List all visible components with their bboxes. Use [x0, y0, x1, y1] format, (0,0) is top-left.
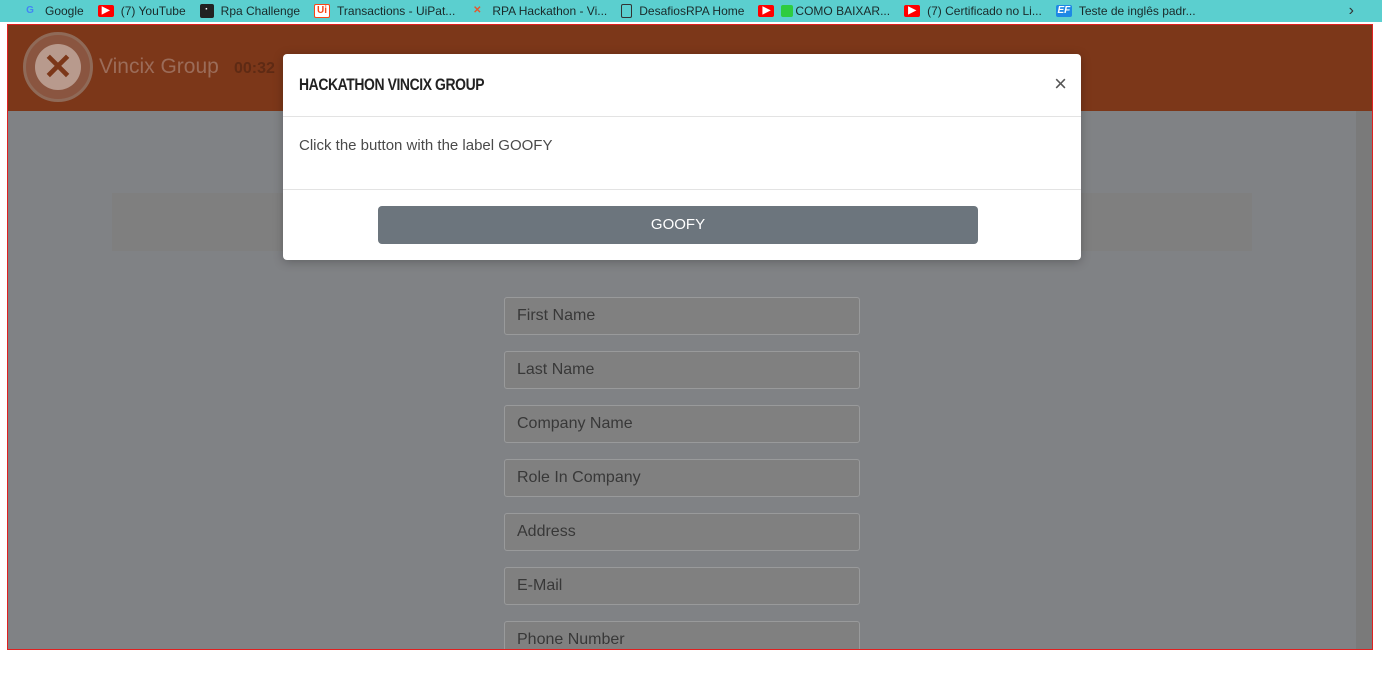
bookmark-label: RPA Hackathon - Vi... — [492, 4, 608, 18]
modal-header: HACKATHON VINCIX GROUP × — [283, 54, 1081, 117]
role-in-company-field[interactable]: Role In Company — [504, 459, 860, 497]
email-field[interactable]: E-Mail — [504, 567, 860, 605]
bookmark-rpa-hackathon[interactable]: ✕ RPA Hackathon - Vi... — [469, 4, 607, 18]
vincix-logo: ✕ — [23, 32, 93, 102]
company-name-field[interactable]: Company Name — [504, 405, 860, 443]
bookmark-rpa-challenge[interactable]: · Rpa Challenge — [199, 4, 301, 18]
bookmarks-bar: G Google ▶ (7) YouTube · Rpa Challenge U… — [0, 0, 1382, 22]
bookmark-uipath[interactable]: Ui Transactions - UiPat... — [314, 4, 455, 18]
youtube-icon: ▶ — [758, 5, 775, 17]
bookmark-como-baixar[interactable]: ▶ COMO BAIXAR... — [758, 4, 890, 18]
bookmark-label: Transactions - UiPat... — [337, 4, 456, 18]
google-icon: G — [26, 5, 34, 16]
bookmark-label: COMO BAIXAR... — [795, 4, 891, 18]
last-name-field[interactable]: Last Name — [504, 351, 860, 389]
bookmark-label: (7) YouTube — [120, 4, 186, 18]
modal-message: Click the button with the label GOOFY — [299, 137, 553, 154]
phone-number-field[interactable]: Phone Number — [504, 621, 860, 649]
bookmark-label: (7) Certificado no Li... — [927, 4, 1042, 18]
bookmark-teste-ingles[interactable]: EF Teste de inglês padr... — [1055, 4, 1196, 18]
bookmark-google[interactable]: G Google — [22, 4, 84, 18]
logo-mark-icon: ✕ — [35, 44, 81, 90]
ef-icon: EF — [1055, 5, 1072, 17]
goofy-button[interactable]: GOOFY — [378, 206, 978, 244]
close-icon[interactable]: × — [1054, 72, 1067, 96]
robot-icon: · — [199, 4, 214, 18]
chevron-right-icon[interactable]: › — [1349, 0, 1354, 22]
modal-title: HACKATHON VINCIX GROUP — [299, 75, 485, 94]
first-name-field[interactable]: First Name — [504, 297, 860, 335]
address-field[interactable]: Address — [504, 513, 860, 551]
youtube-icon: ▶ — [904, 5, 921, 17]
scrollbar[interactable] — [1356, 111, 1372, 649]
rpa-hackathon-icon: ✕ — [473, 5, 482, 16]
modal-body: Click the button with the label GOOFY — [283, 117, 1081, 190]
brand-name: Vincix Group — [99, 55, 219, 78]
uipath-icon: Ui — [314, 4, 331, 18]
bookmark-label: Teste de inglês padr... — [1078, 4, 1196, 18]
bookmark-label: DesafiosRPA Home — [639, 4, 745, 18]
bookmark-label: Rpa Challenge — [220, 4, 301, 18]
timer: 00:32 — [234, 60, 275, 77]
bookmark-label: Google — [45, 4, 84, 18]
bookmark-certificado[interactable]: ▶ (7) Certificado no Li... — [904, 4, 1042, 18]
bookmark-youtube[interactable]: ▶ (7) YouTube — [97, 4, 186, 18]
document-icon — [621, 4, 633, 18]
bookmark-desafios[interactable]: DesafiosRPA Home — [621, 4, 744, 18]
youtube-icon: ▶ — [97, 5, 114, 17]
green-circle-icon — [781, 5, 794, 17]
modal-dialog: HACKATHON VINCIX GROUP × Click the butto… — [283, 54, 1081, 260]
